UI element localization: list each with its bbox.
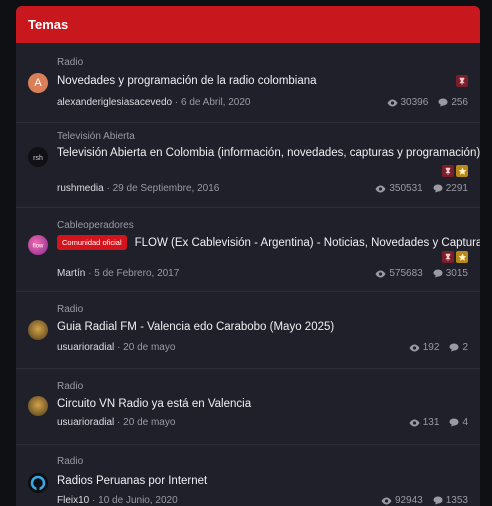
- topics-panel: Temas Radio A Novedades y programación d…: [16, 6, 480, 506]
- topic-views: 192: [422, 342, 440, 353]
- topic-title[interactable]: Novedades y programación de la radio col…: [57, 75, 317, 87]
- meta-separator: ·: [174, 97, 179, 108]
- topic-title[interactable]: Circuito VN Radio ya está en Valencia: [57, 398, 251, 410]
- topic-author[interactable]: usuarioradial: [57, 342, 114, 353]
- avatar[interactable]: [28, 396, 48, 416]
- meta-separator: ·: [106, 183, 110, 194]
- topic-category[interactable]: Radio: [57, 381, 83, 392]
- topic-category[interactable]: Radio: [57, 456, 83, 467]
- avatar-letter: A: [34, 77, 42, 89]
- topic-title[interactable]: Televisión Abierta en Colombia (informac…: [57, 147, 480, 159]
- topic-item[interactable]: Radio Circuito VN Radio ya está en Valen…: [16, 369, 480, 445]
- topic-author[interactable]: usuarioradial: [57, 417, 114, 428]
- comment-icon: [449, 418, 459, 427]
- avatar[interactable]: A: [28, 73, 48, 93]
- comment-icon: [433, 496, 443, 505]
- topic-title[interactable]: Guia Radial FM - Valencia edo Carabobo (…: [57, 321, 334, 333]
- star-icon: [456, 165, 468, 177]
- panel-title: Temas: [28, 17, 69, 32]
- topic-author[interactable]: Martín: [57, 268, 85, 279]
- svg-text:flow: flow: [33, 244, 44, 250]
- eye-icon: [375, 270, 386, 278]
- topic-item[interactable]: Radio Radios Peruanas por Internet Fleix…: [16, 445, 480, 506]
- meta-separator: ·: [117, 417, 121, 428]
- meta-separator: ·: [117, 342, 121, 353]
- topic-category[interactable]: Televisión Abierta: [57, 131, 135, 142]
- topic-author[interactable]: rushmedia: [57, 183, 104, 194]
- eye-icon: [387, 99, 398, 107]
- topic-date: 20 de mayo: [123, 342, 176, 353]
- topic-date: 10 de Junio, 2020: [98, 495, 178, 506]
- topic-category[interactable]: Cableoperadores: [57, 220, 134, 231]
- meta-separator: ·: [88, 268, 92, 279]
- topic-title[interactable]: Radios Peruanas por Internet: [57, 475, 207, 487]
- topic-replies: 2: [462, 342, 468, 353]
- topic-views: 131: [422, 417, 440, 428]
- comment-icon: [433, 269, 443, 278]
- comment-icon: [449, 343, 459, 352]
- topic-replies: 4: [462, 417, 468, 428]
- topic-item[interactable]: Televisión Abierta rsh Televisión Abiert…: [16, 123, 480, 208]
- topic-views: 92943: [394, 495, 423, 506]
- topic-item[interactable]: Cableoperadores flow Comunidad oficial F…: [16, 208, 480, 292]
- meta-separator: ·: [92, 495, 96, 506]
- pin-icon: [442, 251, 454, 263]
- topic-views: 575683: [389, 268, 423, 279]
- topic-item[interactable]: Radio A Novedades y programación de la r…: [16, 43, 480, 123]
- comment-icon: [433, 184, 443, 193]
- topic-category[interactable]: Radio: [57, 57, 83, 68]
- topic-title[interactable]: FLOW (Ex Cablevisión - Argentina) - Noti…: [135, 237, 480, 249]
- avatar[interactable]: rsh: [28, 147, 48, 167]
- pin-icon: [442, 165, 454, 177]
- eye-icon: [375, 185, 386, 193]
- topic-replies: 256: [451, 97, 468, 108]
- topic-date: 29 de Septiembre, 2016: [112, 183, 220, 194]
- topic-views: 350531: [389, 183, 423, 194]
- topic-author[interactable]: alexanderiglesiasacevedo: [57, 97, 172, 108]
- pin-icon: [456, 75, 468, 87]
- topic-replies: 2291: [445, 183, 468, 194]
- topic-replies: 3015: [445, 268, 468, 279]
- eye-icon: [381, 497, 392, 505]
- panel-header: Temas: [16, 6, 480, 43]
- star-icon: [456, 251, 468, 263]
- topic-date: 20 de mayo: [123, 417, 176, 428]
- svg-text:rsh: rsh: [33, 155, 43, 162]
- topic-views: 30396: [400, 97, 429, 108]
- topic-category[interactable]: Radio: [57, 304, 83, 315]
- eye-icon: [409, 344, 420, 352]
- eye-icon: [409, 419, 420, 427]
- official-community-badge[interactable]: Comunidad oficial: [57, 235, 127, 250]
- topic-replies: 1353: [445, 495, 468, 506]
- avatar[interactable]: [28, 320, 48, 340]
- avatar[interactable]: [28, 473, 48, 493]
- topic-item[interactable]: Radio Guia Radial FM - Valencia edo Cara…: [16, 292, 480, 369]
- topic-date: 5 de Febrero, 2017: [94, 268, 180, 279]
- topic-author[interactable]: Fleix10: [57, 495, 89, 506]
- avatar[interactable]: flow: [28, 235, 48, 255]
- topic-date: 6 de Abril, 2020: [180, 97, 251, 108]
- comment-icon: [438, 98, 448, 107]
